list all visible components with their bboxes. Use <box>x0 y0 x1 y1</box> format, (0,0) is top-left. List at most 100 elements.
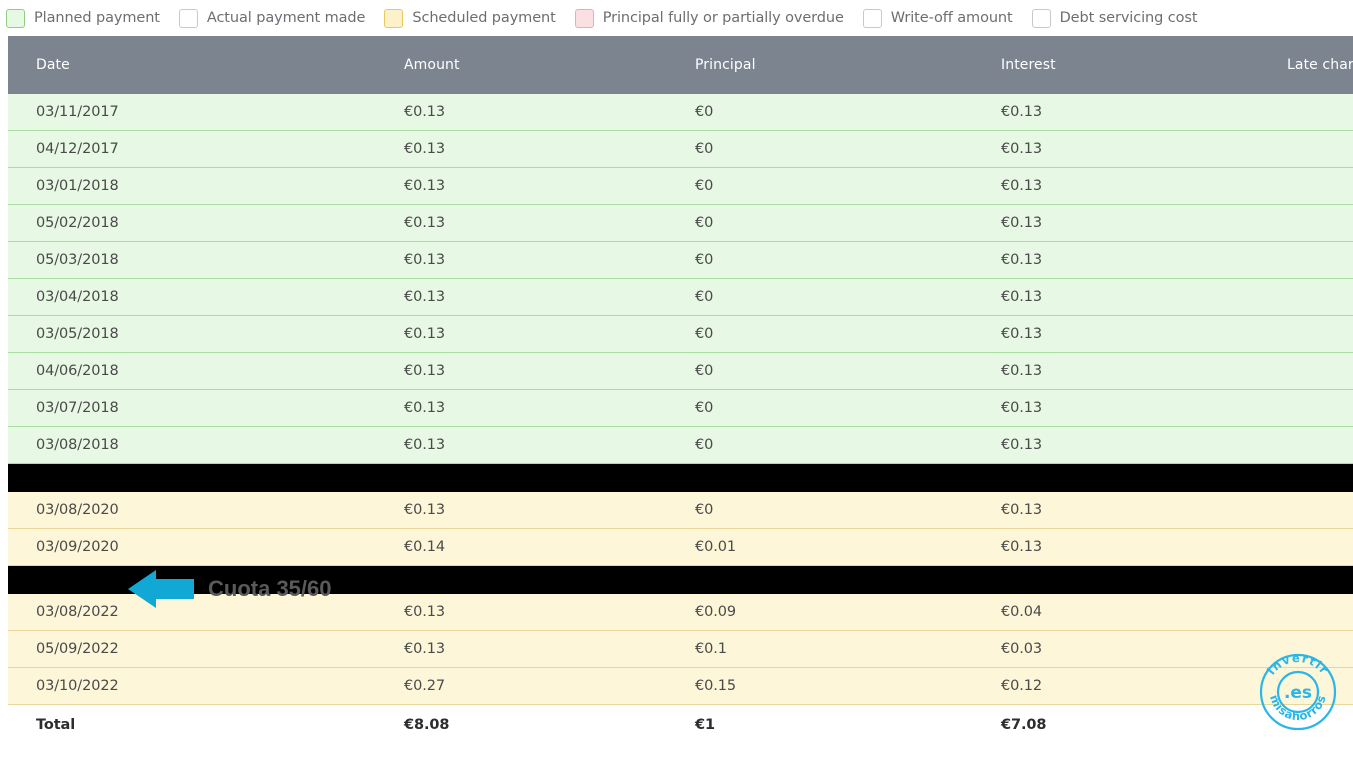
cell-date: 04/06/2018 <box>8 352 376 390</box>
cell-interest: €0.13 <box>973 492 1259 529</box>
table-row-scheduled-payment[interactable]: 03/09/2020 €0.14 €0.01 €0.13 <box>8 528 1353 566</box>
cell-amount: €0.13 <box>376 630 667 668</box>
cell-date: 05/02/2018 <box>8 204 376 242</box>
cell-interest: €0.13 <box>973 528 1259 566</box>
cell-date: 05/03/2018 <box>8 241 376 279</box>
cell-interest: €0.12 <box>973 667 1259 705</box>
cell-principal: €0.09 <box>667 594 973 631</box>
cell-date: 03/01/2018 <box>8 167 376 205</box>
legend-item-write-off-amount[interactable]: Write-off amount <box>862 8 1013 28</box>
table-row-planned-payment[interactable]: 04/12/2017 €0.13 €0 €0.13 <box>8 130 1353 168</box>
cell-principal: €0 <box>667 492 973 529</box>
cell-principal: €0 <box>667 167 973 205</box>
table-row-redacted <box>8 565 1353 594</box>
legend-swatch-icon <box>862 8 882 28</box>
legend-swatch-icon <box>574 8 594 28</box>
cell-principal: €0.01 <box>667 528 973 566</box>
cell-late-charge <box>1259 667 1353 705</box>
table-row-planned-payment[interactable]: 03/08/2018 €0.13 €0 €0.13 <box>8 426 1353 464</box>
cell-late-charge <box>1259 528 1353 566</box>
legend-swatch-icon <box>6 8 25 28</box>
table-row-planned-payment[interactable]: 03/05/2018 €0.13 €0 €0.13 <box>8 315 1353 353</box>
cell-amount: €0.13 <box>376 167 667 205</box>
cell-amount: €0.13 <box>376 130 667 168</box>
table-row-planned-payment[interactable]: 03/01/2018 €0.13 €0 €0.13 <box>8 167 1353 205</box>
cell-amount: €0.13 <box>376 94 667 131</box>
cell-interest: €0.13 <box>973 315 1259 353</box>
column-header-late-charge[interactable]: Late charge <box>1259 36 1353 94</box>
column-header-date[interactable]: Date <box>8 36 376 94</box>
cell-principal: €0 <box>667 426 973 464</box>
cell-interest: €0.13 <box>973 278 1259 316</box>
cell-date: 03/07/2018 <box>8 389 376 427</box>
cell-date: 05/09/2022 <box>8 630 376 668</box>
legend-label: Principal fully or partially overdue <box>602 10 844 26</box>
legend-label: Scheduled payment <box>412 10 556 26</box>
legend-swatch-icon <box>178 8 198 28</box>
cell-late-charge <box>1259 204 1353 242</box>
cell-late-charge <box>1259 630 1353 668</box>
payment-schedule-table-container: Date Amount Principal Interest Late char… <box>0 36 1353 745</box>
cell-late-charge <box>1259 315 1353 353</box>
cell-principal: €0 <box>667 352 973 390</box>
table-row-planned-payment[interactable]: 05/03/2018 €0.13 €0 €0.13 <box>8 241 1353 279</box>
cell-interest: €0.13 <box>973 352 1259 390</box>
cell-interest: €0.03 <box>973 630 1259 668</box>
cell-interest: €7.08 <box>973 704 1259 745</box>
cell-interest: €0.13 <box>973 204 1259 242</box>
cell-amount: €0.13 <box>376 315 667 353</box>
cell-principal: €0.1 <box>667 630 973 668</box>
cell-date: 03/04/2018 <box>8 278 376 316</box>
cell-interest: €0.13 <box>973 167 1259 205</box>
column-header-interest[interactable]: Interest <box>973 36 1259 94</box>
table-row-scheduled-payment[interactable]: 03/08/2022 €0.13 €0.09 €0.04 <box>8 594 1353 631</box>
cell-late-charge <box>1259 278 1353 316</box>
legend-item-principal-overdue[interactable]: Principal fully or partially overdue <box>574 8 844 28</box>
cell-amount: €0.14 <box>376 528 667 566</box>
cell-date: 03/08/2018 <box>8 426 376 464</box>
legend-label: Planned payment <box>34 10 160 26</box>
cell-late-charge <box>1259 704 1353 745</box>
redaction-bar <box>8 565 1353 594</box>
column-header-principal[interactable]: Principal <box>667 36 973 94</box>
cell-date: 03/09/2020 <box>8 528 376 566</box>
table-row-total[interactable]: Total €8.08 €1 €7.08 <box>8 704 1353 745</box>
legend-item-actual-payment-made[interactable]: Actual payment made <box>178 8 366 28</box>
cell-interest: €0.13 <box>973 94 1259 131</box>
cell-amount: €0.13 <box>376 389 667 427</box>
table-header-row: Date Amount Principal Interest Late char… <box>8 36 1353 94</box>
cell-principal: €0 <box>667 278 973 316</box>
cell-amount: €8.08 <box>376 704 667 745</box>
table-row-scheduled-payment[interactable]: 03/10/2022 €0.27 €0.15 €0.12 <box>8 667 1353 705</box>
redaction-bar <box>8 463 1353 492</box>
cell-late-charge <box>1259 167 1353 205</box>
legend-swatch-icon <box>1031 8 1051 28</box>
cell-principal: €0 <box>667 94 973 131</box>
cell-principal: €0.15 <box>667 667 973 705</box>
table-row-redacted <box>8 463 1353 492</box>
cell-principal: €0 <box>667 389 973 427</box>
table-row-planned-payment[interactable]: 03/07/2018 €0.13 €0 €0.13 <box>8 389 1353 427</box>
legend-item-planned-payment[interactable]: Planned payment <box>6 8 160 28</box>
table-header: Date Amount Principal Interest Late char… <box>8 36 1353 94</box>
table-row-planned-payment[interactable]: 03/04/2018 €0.13 €0 €0.13 <box>8 278 1353 316</box>
cell-date: 04/12/2017 <box>8 130 376 168</box>
legend-label: Actual payment made <box>206 10 366 26</box>
table-row-planned-payment[interactable]: 05/02/2018 €0.13 €0 €0.13 <box>8 204 1353 242</box>
cell-principal: €0 <box>667 315 973 353</box>
cell-amount: €0.13 <box>376 204 667 242</box>
table-row-scheduled-payment[interactable]: 03/08/2020 €0.13 €0 €0.13 <box>8 492 1353 529</box>
cell-late-charge <box>1259 130 1353 168</box>
cell-principal: €0 <box>667 241 973 279</box>
table-row-scheduled-payment[interactable]: 05/09/2022 €0.13 €0.1 €0.03 <box>8 630 1353 668</box>
legend-swatch-icon <box>384 8 404 28</box>
column-header-amount[interactable]: Amount <box>376 36 667 94</box>
legend-item-scheduled-payment[interactable]: Scheduled payment <box>384 8 556 28</box>
cell-interest: €0.13 <box>973 130 1259 168</box>
cell-date: 03/11/2017 <box>8 94 376 131</box>
table-row-planned-payment[interactable]: 03/11/2017 €0.13 €0 €0.13 <box>8 94 1353 131</box>
table-row-planned-payment[interactable]: 04/06/2018 €0.13 €0 €0.13 <box>8 352 1353 390</box>
cell-principal: €1 <box>667 704 973 745</box>
legend-item-debt-servicing-cost[interactable]: Debt servicing cost <box>1031 8 1198 28</box>
payment-schedule-table: Date Amount Principal Interest Late char… <box>8 36 1353 745</box>
